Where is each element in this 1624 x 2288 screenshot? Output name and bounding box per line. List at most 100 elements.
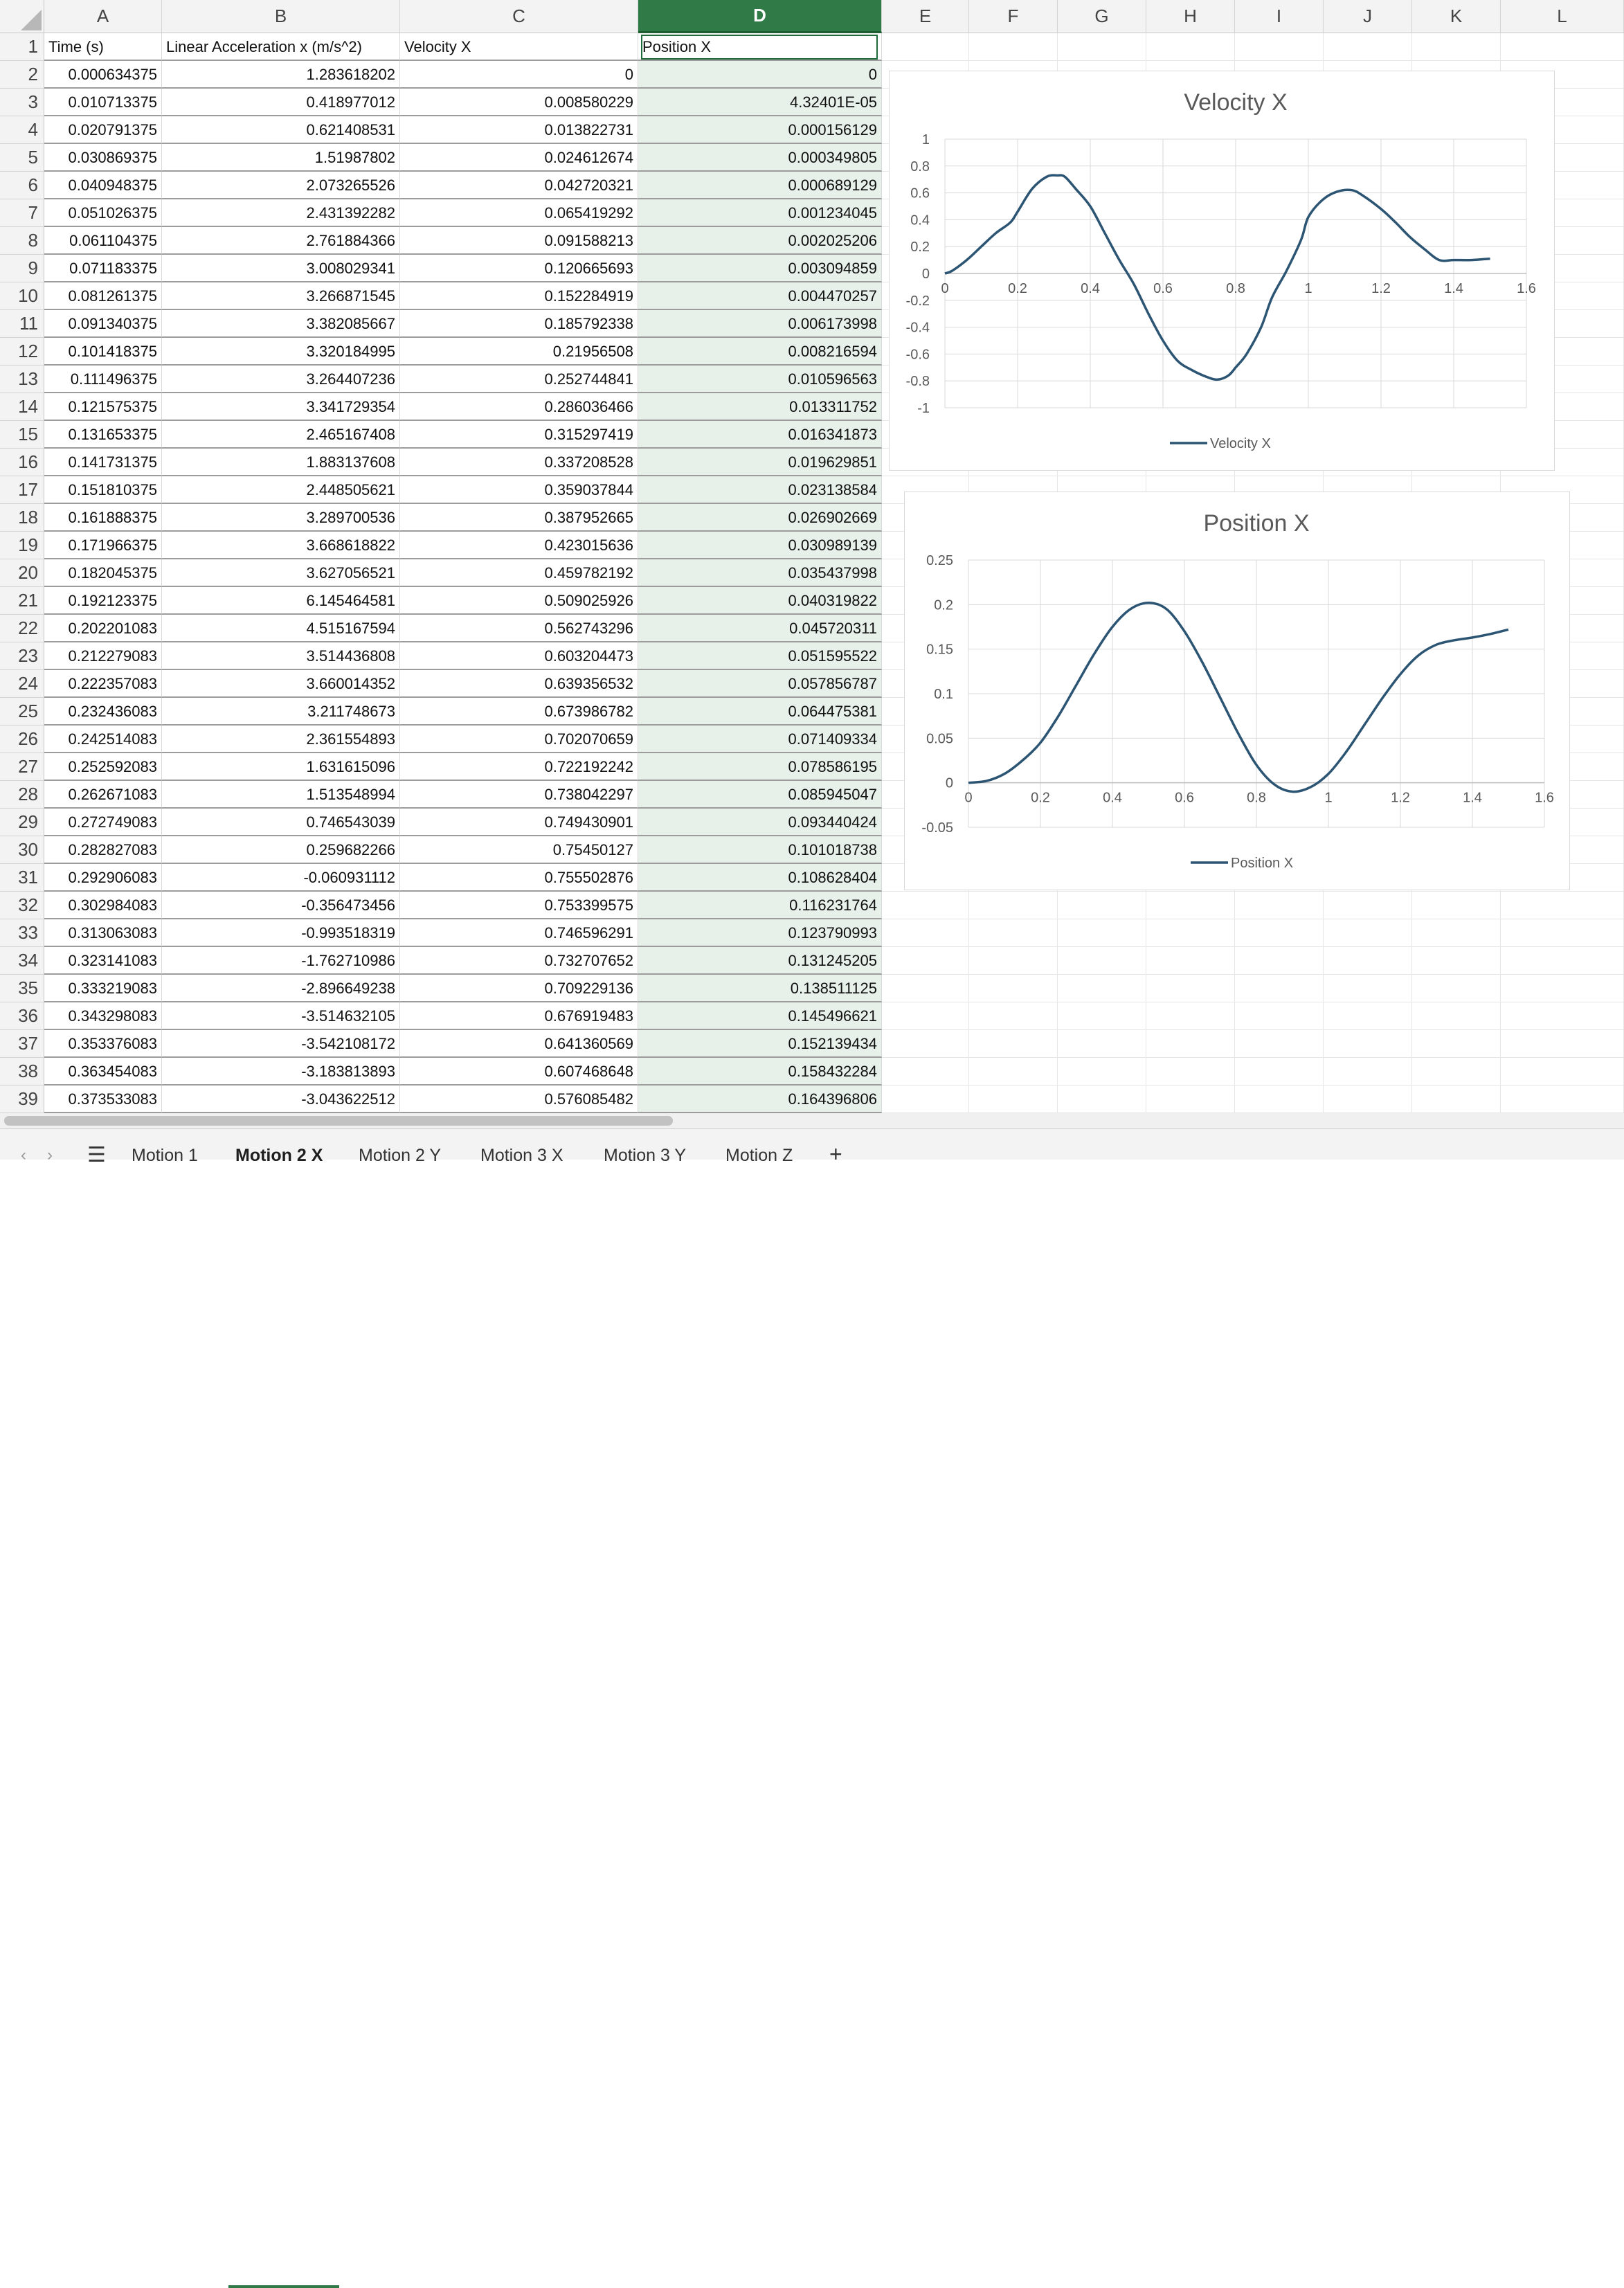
empty-cell[interactable] xyxy=(1412,892,1501,919)
row-header[interactable]: 12 xyxy=(0,338,44,366)
table-cell[interactable]: 0.161888375 xyxy=(44,504,162,532)
table-cell[interactable]: 0.145496621 xyxy=(638,1002,882,1030)
table-cell[interactable]: 0.131245205 xyxy=(638,947,882,975)
row-header[interactable]: 16 xyxy=(0,449,44,476)
table-cell[interactable]: -0.356473456 xyxy=(162,892,400,919)
table-cell[interactable]: 0.008216594 xyxy=(638,338,882,366)
table-cell[interactable]: 0.138511125 xyxy=(638,975,882,1002)
table-cell[interactable]: 0.262671083 xyxy=(44,781,162,809)
table-cell[interactable]: 0.732707652 xyxy=(400,947,638,975)
table-cell[interactable]: 0.562743296 xyxy=(400,615,638,642)
table-cell[interactable]: 0.313063083 xyxy=(44,919,162,947)
row-header[interactable]: 32 xyxy=(0,892,44,919)
table-cell[interactable]: 2.448505621 xyxy=(162,476,400,504)
table-cell[interactable]: 0.051595522 xyxy=(638,642,882,670)
table-cell[interactable]: 6.145464581 xyxy=(162,587,400,615)
table-cell[interactable]: 0.078586195 xyxy=(638,753,882,781)
empty-cell[interactable] xyxy=(969,1002,1058,1030)
table-cell[interactable]: 0.639356532 xyxy=(400,670,638,698)
empty-cell[interactable] xyxy=(1501,1030,1624,1058)
header-cell[interactable]: Velocity X xyxy=(400,33,638,61)
table-cell[interactable]: 0.151810375 xyxy=(44,476,162,504)
table-cell[interactable]: 0.081261375 xyxy=(44,282,162,310)
empty-cell[interactable] xyxy=(882,1002,969,1030)
empty-cell[interactable] xyxy=(882,947,969,975)
table-cell[interactable]: 1.513548994 xyxy=(162,781,400,809)
empty-cell[interactable] xyxy=(1235,1002,1324,1030)
empty-cell[interactable] xyxy=(882,892,969,919)
empty-cell[interactable] xyxy=(1235,1030,1324,1058)
empty-cell[interactable] xyxy=(1058,1058,1146,1086)
empty-cell[interactable] xyxy=(1235,1086,1324,1113)
table-cell[interactable]: 0.676919483 xyxy=(400,1002,638,1030)
sheet-tab-motion-3-y[interactable]: Motion 3 Y xyxy=(604,1146,686,1166)
table-cell[interactable]: 0.222357083 xyxy=(44,670,162,698)
table-cell[interactable]: 0.192123375 xyxy=(44,587,162,615)
empty-cell[interactable] xyxy=(1146,947,1235,975)
row-header[interactable]: 2 xyxy=(0,61,44,89)
table-cell[interactable]: 0.673986782 xyxy=(400,698,638,726)
empty-cell[interactable] xyxy=(1501,1058,1624,1086)
empty-cell[interactable] xyxy=(1501,892,1624,919)
column-header-f[interactable]: F xyxy=(969,0,1058,33)
table-cell[interactable]: 0.702070659 xyxy=(400,726,638,753)
empty-cell[interactable] xyxy=(1412,33,1501,61)
empty-cell[interactable] xyxy=(882,919,969,947)
table-cell[interactable]: 0.353376083 xyxy=(44,1030,162,1058)
empty-cell[interactable] xyxy=(1501,975,1624,1002)
table-cell[interactable]: 0.252744841 xyxy=(400,366,638,393)
empty-cell[interactable] xyxy=(1412,919,1501,947)
column-header-d[interactable]: D xyxy=(638,0,882,33)
table-cell[interactable]: 0.641360569 xyxy=(400,1030,638,1058)
row-header[interactable]: 9 xyxy=(0,255,44,282)
table-cell[interactable]: 0.185792338 xyxy=(400,310,638,338)
empty-cell[interactable] xyxy=(1324,1086,1412,1113)
table-cell[interactable]: 0.272749083 xyxy=(44,809,162,836)
velocity-x-chart[interactable]: Velocity X 1 0.8 0.6 0.4 0.2 0 -0.2 -0.4 -0.6 -0.8… xyxy=(889,71,1555,471)
table-cell[interactable]: 0.749430901 xyxy=(400,809,638,836)
table-cell[interactable]: 0.071409334 xyxy=(638,726,882,753)
table-cell[interactable]: 0.755502876 xyxy=(400,864,638,892)
empty-cell[interactable] xyxy=(882,1030,969,1058)
table-cell[interactable]: 0.746596291 xyxy=(400,919,638,947)
column-header-i[interactable]: I xyxy=(1235,0,1324,33)
table-cell[interactable]: 0.093440424 xyxy=(638,809,882,836)
empty-cell[interactable] xyxy=(1324,919,1412,947)
table-cell[interactable]: -0.060931112 xyxy=(162,864,400,892)
empty-cell[interactable] xyxy=(1146,892,1235,919)
table-cell[interactable]: 1.51987802 xyxy=(162,144,400,172)
row-header[interactable]: 6 xyxy=(0,172,44,199)
table-cell[interactable]: 0.164396806 xyxy=(638,1086,882,1113)
table-cell[interactable]: 0.418977012 xyxy=(162,89,400,116)
column-header-c[interactable]: C xyxy=(400,0,638,33)
table-cell[interactable]: 0.202201083 xyxy=(44,615,162,642)
table-cell[interactable]: 0.004470257 xyxy=(638,282,882,310)
table-cell[interactable]: 0.003094859 xyxy=(638,255,882,282)
empty-cell[interactable] xyxy=(1324,947,1412,975)
row-header[interactable]: 31 xyxy=(0,864,44,892)
table-cell[interactable]: 3.668618822 xyxy=(162,532,400,559)
empty-cell[interactable] xyxy=(1412,1086,1501,1113)
table-cell[interactable]: -3.514632105 xyxy=(162,1002,400,1030)
empty-cell[interactable] xyxy=(1146,1002,1235,1030)
sheet-tab-motion-3-x[interactable]: Motion 3 X xyxy=(480,1146,563,1166)
table-cell[interactable]: 3.008029341 xyxy=(162,255,400,282)
table-cell[interactable]: 0.373533083 xyxy=(44,1086,162,1113)
table-cell[interactable]: 0.091588213 xyxy=(400,227,638,255)
table-cell[interactable]: -2.896649238 xyxy=(162,975,400,1002)
table-cell[interactable]: 0.000349805 xyxy=(638,144,882,172)
table-cell[interactable]: 0.315297419 xyxy=(400,421,638,449)
empty-cell[interactable] xyxy=(1058,892,1146,919)
table-cell[interactable]: 0.123790993 xyxy=(638,919,882,947)
sheet-tab-motion-z[interactable]: Motion Z xyxy=(725,1146,793,1166)
table-cell[interactable]: 0.008580229 xyxy=(400,89,638,116)
empty-cell[interactable] xyxy=(1058,1030,1146,1058)
table-cell[interactable]: 0.603204473 xyxy=(400,642,638,670)
table-cell[interactable]: 0.282827083 xyxy=(44,836,162,864)
column-header-a[interactable]: A xyxy=(44,0,162,33)
table-cell[interactable]: 0.131653375 xyxy=(44,421,162,449)
table-cell[interactable]: 0.387952665 xyxy=(400,504,638,532)
table-cell[interactable]: 3.211748673 xyxy=(162,698,400,726)
table-cell[interactable]: 0.108628404 xyxy=(638,864,882,892)
table-cell[interactable]: 0.232436083 xyxy=(44,698,162,726)
